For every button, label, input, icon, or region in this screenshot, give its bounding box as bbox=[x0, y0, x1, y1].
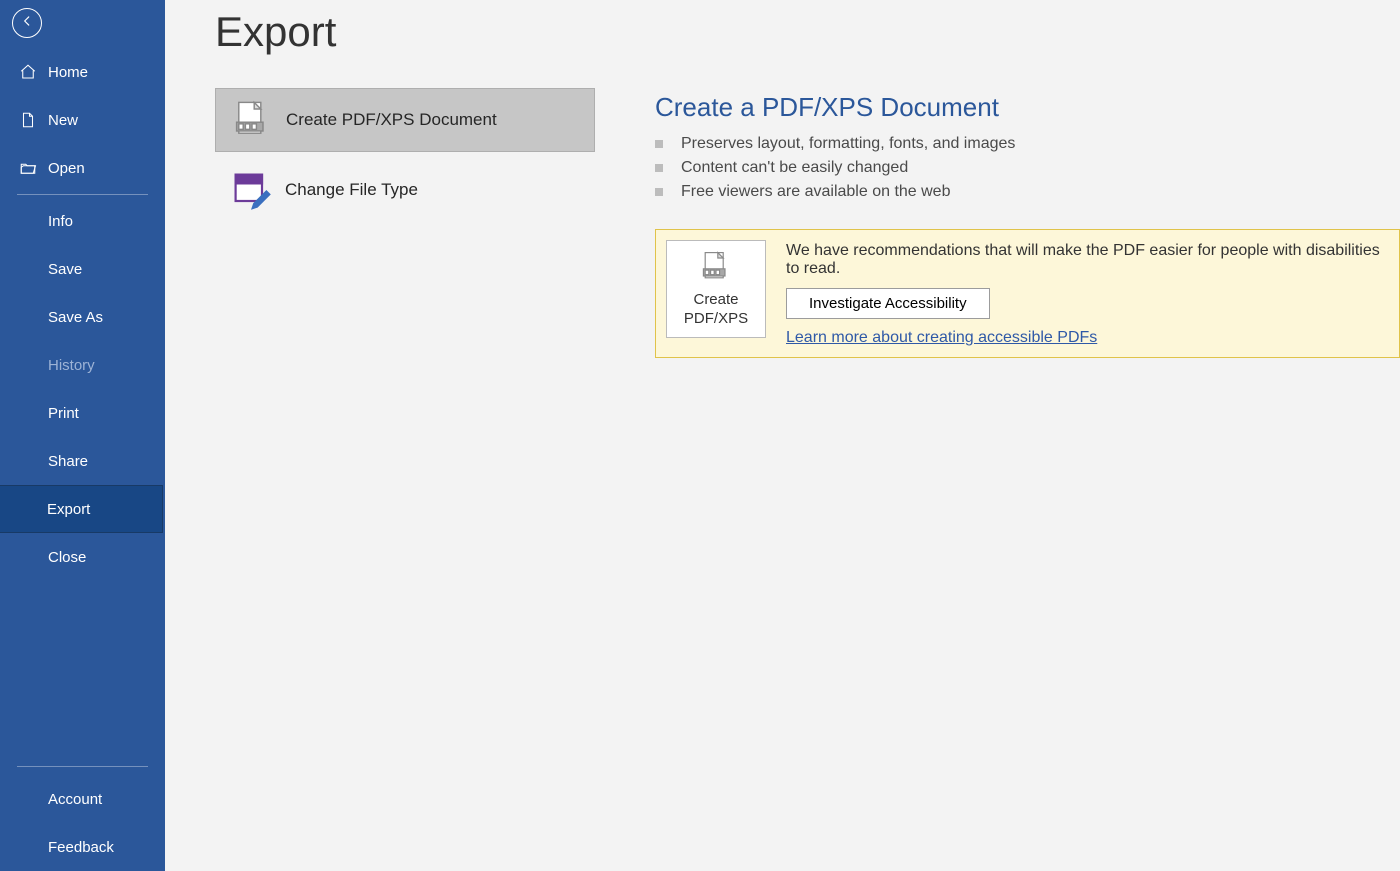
sidebar-item-export[interactable]: Export bbox=[0, 485, 163, 533]
detail-bullet: Preserves layout, formatting, fonts, and… bbox=[655, 135, 1400, 153]
sidebar-item-label: Home bbox=[48, 64, 88, 81]
sidebar-item-history: History bbox=[0, 341, 165, 389]
main-area: Export Create PDF/XPS Document bbox=[165, 0, 1400, 871]
backstage-sidebar: Home New Open Info Save Save As History … bbox=[0, 0, 165, 871]
detail-column: Create a PDF/XPS Document Preserves layo… bbox=[655, 0, 1400, 871]
sidebar-item-label: Export bbox=[47, 501, 90, 518]
detail-title: Create a PDF/XPS Document bbox=[655, 92, 1400, 123]
sidebar-item-label: Save As bbox=[48, 309, 103, 326]
sidebar-item-new[interactable]: New bbox=[0, 96, 165, 144]
bullet-icon bbox=[655, 164, 663, 172]
pdf-document-icon bbox=[698, 249, 734, 285]
callout-text: We have recommendations that will make t… bbox=[786, 242, 1381, 278]
create-pdf-xps-button[interactable]: Create PDF/XPS bbox=[666, 240, 766, 338]
sidebar-item-saveas[interactable]: Save As bbox=[0, 293, 165, 341]
learn-more-link[interactable]: Learn more about creating accessible PDF… bbox=[786, 329, 1097, 346]
home-icon bbox=[17, 63, 39, 81]
detail-bullets: Preserves layout, formatting, fonts, and… bbox=[655, 135, 1400, 201]
sidebar-item-label: Save bbox=[48, 261, 82, 278]
export-options-column: Export Create PDF/XPS Document bbox=[215, 0, 655, 871]
bullet-text: Free viewers are available on the web bbox=[681, 183, 950, 201]
sidebar-item-share[interactable]: Share bbox=[0, 437, 165, 485]
sidebar-file-ops-list: Info Save Save As History Print Share Ex… bbox=[0, 197, 165, 581]
sidebar-item-close[interactable]: Close bbox=[0, 533, 165, 581]
bullet-text: Content can't be easily changed bbox=[681, 159, 908, 177]
sidebar-item-label: Info bbox=[48, 213, 73, 230]
bullet-icon bbox=[655, 188, 663, 196]
sidebar-divider bbox=[17, 194, 148, 195]
option-label: Change File Type bbox=[285, 180, 418, 200]
sidebar-bottom-list: Account Feedback bbox=[0, 775, 165, 871]
sidebar-item-label: Close bbox=[48, 549, 86, 566]
detail-bullet: Content can't be easily changed bbox=[655, 159, 1400, 177]
bullet-text: Preserves layout, formatting, fonts, and… bbox=[681, 135, 1015, 153]
file-icon bbox=[17, 111, 39, 129]
sidebar-divider bbox=[17, 766, 148, 767]
sidebar-item-print[interactable]: Print bbox=[0, 389, 165, 437]
bullet-icon bbox=[655, 140, 663, 148]
arrow-left-icon bbox=[20, 14, 34, 32]
pdf-document-icon bbox=[230, 98, 274, 142]
sidebar-item-label: Account bbox=[48, 791, 102, 808]
sidebar-item-open[interactable]: Open bbox=[0, 144, 165, 192]
sidebar-item-home[interactable]: Home bbox=[0, 48, 165, 96]
create-btn-line1: Create bbox=[693, 291, 738, 310]
sidebar-item-info[interactable]: Info bbox=[0, 197, 165, 245]
sidebar-item-feedback[interactable]: Feedback bbox=[0, 823, 165, 871]
export-option-list: Create PDF/XPS Document Change File Type bbox=[215, 88, 595, 222]
sidebar-item-account[interactable]: Account bbox=[0, 775, 165, 823]
sidebar-primary-list: Home New Open bbox=[0, 48, 165, 192]
sidebar-item-label: New bbox=[48, 112, 78, 129]
investigate-accessibility-button[interactable]: Investigate Accessibility bbox=[786, 288, 990, 319]
option-label: Create PDF/XPS Document bbox=[286, 110, 497, 130]
change-file-type-icon bbox=[229, 168, 273, 212]
sidebar-item-save[interactable]: Save bbox=[0, 245, 165, 293]
back-button[interactable] bbox=[12, 8, 42, 38]
page-title: Export bbox=[215, 8, 655, 56]
sidebar-item-label: Feedback bbox=[48, 839, 114, 856]
sidebar-item-label: Share bbox=[48, 453, 88, 470]
accessibility-callout: Create PDF/XPS We have recommendations t… bbox=[655, 229, 1400, 358]
sidebar-item-label: History bbox=[48, 357, 95, 374]
option-create-pdf-xps[interactable]: Create PDF/XPS Document bbox=[215, 88, 595, 152]
create-btn-line2: PDF/XPS bbox=[684, 310, 748, 329]
sidebar-item-label: Open bbox=[48, 160, 85, 177]
folder-open-icon bbox=[17, 159, 39, 177]
callout-body: We have recommendations that will make t… bbox=[786, 240, 1381, 347]
detail-bullet: Free viewers are available on the web bbox=[655, 183, 1400, 201]
sidebar-item-label: Print bbox=[48, 405, 79, 422]
option-change-file-type[interactable]: Change File Type bbox=[215, 158, 595, 222]
